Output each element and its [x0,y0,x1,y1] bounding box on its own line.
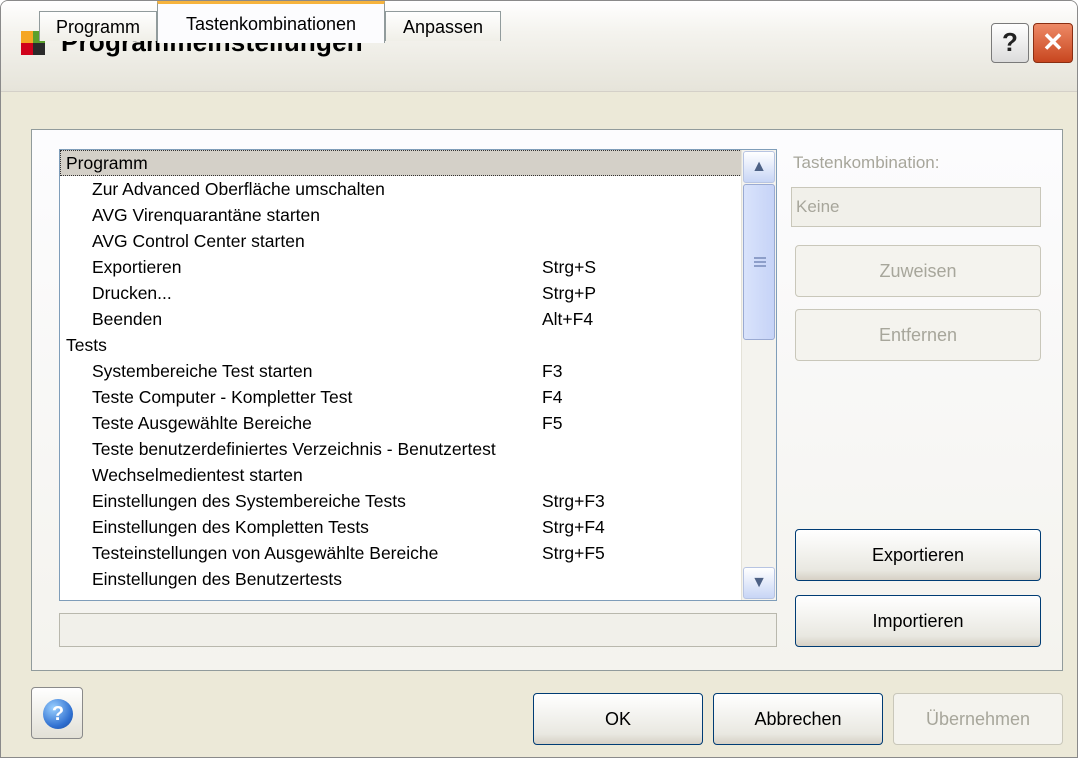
row-label: Einstellungen des Kompletten Tests [92,517,369,537]
description-box [59,613,777,647]
row-label: Wechselmedientest starten [92,465,303,485]
row-shortcut: Strg+F3 [542,491,605,511]
list-item[interactable]: Zur Advanced Oberfläche umschalten [60,176,742,202]
list-item[interactable]: AVG Control Center starten [60,228,742,254]
list-item[interactable]: Einstellungen des Kompletten Tests Strg+F… [60,514,742,540]
row-shortcut: F3 [542,361,563,381]
ok-button[interactable]: OK [533,693,703,745]
row-label: AVG Control Center starten [92,231,305,251]
list-group-row[interactable]: Tests [60,332,742,358]
list-item[interactable]: Einstellungen des Systembereiche Tests St… [60,488,742,514]
list-item[interactable]: Einstellungen des Benutzertests [60,566,742,592]
shortcut-rows: Programm Zur Advanced Oberfläche umschalt… [60,150,742,592]
list-group-row[interactable]: Programm [60,150,742,176]
assign-button[interactable]: Zuweisen [795,245,1041,297]
remove-button[interactable]: Entfernen [795,309,1041,361]
row-shortcut: Strg+F5 [542,543,605,563]
tab-anpassen[interactable]: Anpassen [385,11,501,41]
row-label: Teste Computer - Kompletter Test [92,387,353,407]
row-label: Einstellungen des Benutzertests [92,569,343,589]
grip-icon [754,257,766,267]
tab-tastenkombinationen[interactable]: Tastenkombinationen [157,1,385,43]
scroll-down-icon[interactable]: ▼ [743,567,775,599]
close-button[interactable]: ✕ [1033,23,1073,63]
row-label: Systembereiche Test starten [92,361,313,381]
list-item[interactable]: Teste Ausgewählte Bereiche F5 [60,410,742,436]
tab-programm[interactable]: Programm [39,11,157,41]
row-label: Tests [66,335,107,355]
export-button[interactable]: Exportieren [795,529,1041,581]
row-shortcut: Strg+F4 [542,517,605,537]
list-item[interactable]: Teste Computer - Kompletter Test F4 [60,384,742,410]
list-item[interactable]: Drucken... Strg+P [60,280,742,306]
row-label: Exportieren [92,257,182,277]
cancel-button[interactable]: Abbrechen [713,693,883,745]
row-shortcut: F5 [542,413,563,433]
list-item[interactable]: Systembereiche Test starten F3 [60,358,742,384]
import-button[interactable]: Importieren [795,595,1041,647]
vertical-scrollbar[interactable]: ▲ ▼ [741,150,776,600]
row-label: Testeinstellungen von Ausgewählte Bereic… [92,543,439,563]
shortcut-list[interactable]: Programm Zur Advanced Oberfläche umschalt… [59,149,777,601]
row-shortcut: Alt+F4 [542,309,594,329]
list-item[interactable]: Exportieren Strg+S [60,254,742,280]
list-item[interactable]: Beenden Alt+F4 [60,306,742,332]
apply-button[interactable]: Übernehmen [893,693,1063,745]
shortcut-label: Tastenkombination: [793,153,940,172]
row-shortcut: Strg+S [542,257,596,277]
list-item[interactable]: Wechselmedientest starten [60,462,742,488]
settings-dialog: Programmeinstellungen ? ✕ Programm Taste… [0,0,1078,758]
row-label: Programm [66,153,148,173]
row-label: Zur Advanced Oberfläche umschalten [92,179,385,199]
row-label: Teste Ausgewählte Bereiche [92,413,312,433]
row-label: Einstellungen des Systembereiche Tests [92,491,406,511]
row-label: Beenden [92,309,163,329]
row-label: Teste benutzerdefiniertes Verzeichnis - … [92,439,496,459]
list-item[interactable]: AVG Virenquarantäne starten [60,202,742,228]
list-item[interactable]: Testeinstellungen von Ausgewählte Bereic… [60,540,742,566]
row-label: AVG Virenquarantäne starten [92,205,320,225]
shortcut-field[interactable]: Keine [791,187,1041,227]
row-shortcut: F4 [542,387,563,407]
help-button[interactable]: ? [31,687,83,739]
scroll-up-icon[interactable]: ▲ [743,151,775,183]
scroll-thumb[interactable] [743,184,775,340]
help-title-button[interactable]: ? [991,23,1029,63]
help-icon: ? [43,699,73,729]
row-label: Drucken... [92,283,172,303]
row-shortcut: Strg+P [542,283,596,303]
list-item[interactable]: Teste benutzerdefiniertes Verzeichnis - … [60,436,742,462]
